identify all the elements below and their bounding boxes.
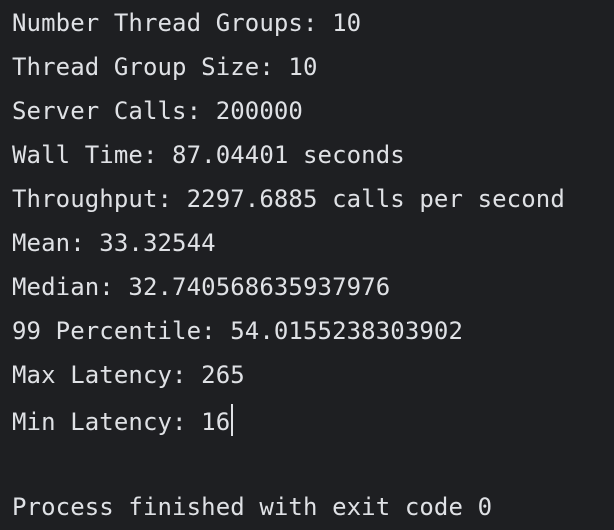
output-line-server-calls: Server Calls: 200000 (12, 97, 303, 125)
text-cursor (231, 404, 234, 436)
output-line-wall-time: Wall Time: 87.04401 seconds (12, 141, 405, 169)
output-line-thread-groups: Number Thread Groups: 10 (12, 9, 362, 37)
output-line-min-latency: Min Latency: 16 (12, 404, 614, 448)
process-exit-message: Process finished with exit code 0 (12, 493, 493, 521)
output-line-median: Median: 32.740568635937976 (12, 273, 391, 301)
min-latency-text: Min Latency: 16 (12, 408, 231, 436)
output-line-99-percentile: 99 Percentile: 54.0155238303902 (12, 317, 464, 345)
output-line-throughput: Throughput: 2297.6885 calls per second (12, 185, 565, 213)
output-line-thread-group-size: Thread Group Size: 10 (12, 53, 318, 81)
output-line-max-latency: Max Latency: 265 (12, 361, 245, 389)
output-line-mean: Mean: 33.32544 (12, 229, 216, 257)
run-console-output[interactable]: Number Thread Groups: 10 Thread Group Si… (0, 0, 614, 530)
